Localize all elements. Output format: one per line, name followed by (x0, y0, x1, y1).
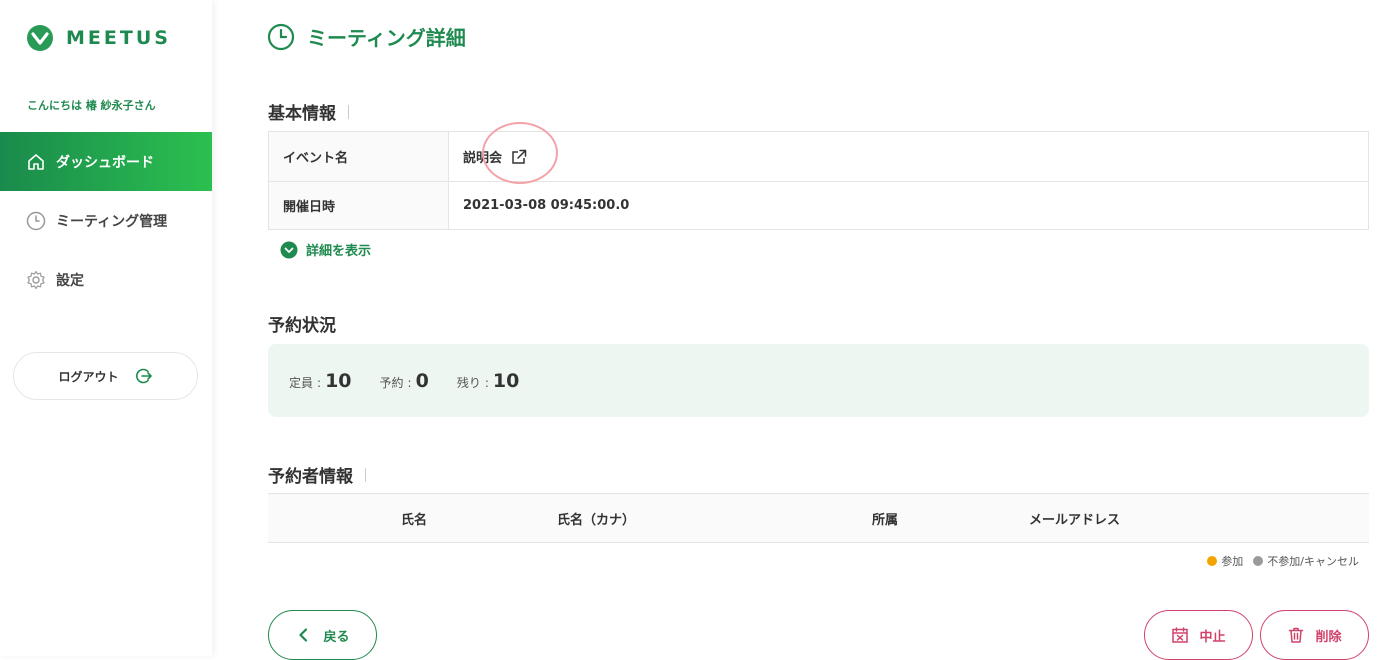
legend-dot (1207, 556, 1218, 566)
bookers-table-header: 氏名 氏名（カナ） 所属 メールアドレス (268, 493, 1369, 543)
main-content: ミーティング詳細 基本情報 イベント名 説明会 開催日時 2021-03-08 … (212, 0, 1399, 660)
section-title-basic-info: 基本情報 (268, 99, 349, 124)
user-greeting: こんにちは 椿 紗永子さん (27, 99, 156, 112)
show-details-toggle[interactable]: 詳細を表示 (280, 240, 371, 259)
home-icon (28, 153, 44, 170)
logout-label: ログアウト (58, 369, 119, 384)
stat-separator: : (317, 375, 322, 390)
stat-label: 残り (456, 375, 481, 390)
stat-value: 10 (492, 369, 520, 392)
calendar-x-icon (1172, 627, 1189, 643)
chevron-left-icon (299, 628, 308, 642)
page-title-text: ミーティング詳細 (307, 26, 466, 50)
basic-info-table: イベント名 説明会 開催日時 2021-03-08 09:45:00.0 (268, 131, 1369, 230)
divider (365, 467, 366, 482)
section-title-text: 基本情報 (268, 104, 336, 124)
stat-separator: : (484, 375, 489, 390)
logout-icon (135, 368, 152, 384)
delete-button[interactable]: 削除 (1260, 610, 1369, 660)
sidebar-item-meeting-management[interactable]: ミーティング管理 (0, 191, 212, 250)
chevron-down-icon (280, 241, 298, 258)
stat-value: 0 (415, 369, 429, 392)
legend-dot (1253, 556, 1264, 566)
info-row-event-name: イベント名 説明会 (269, 132, 1368, 182)
column-header-affiliation: 所属 (872, 513, 899, 528)
cancel-meeting-button[interactable]: 中止 (1144, 610, 1253, 660)
section-title-text: 予約状況 (268, 316, 336, 336)
stat-capacity: 定員 : 10 (289, 370, 352, 392)
back-button[interactable]: 戻る (268, 610, 377, 660)
back-label: 戻る (323, 629, 350, 645)
sidebar-item-settings[interactable]: 設定 (0, 250, 212, 309)
stat-separator: : (407, 375, 412, 390)
cancel-label: 中止 (1199, 629, 1226, 645)
logo[interactable]: MEETUS (26, 24, 171, 52)
legend-item-attend: 参加 (1207, 553, 1243, 569)
clock-icon (26, 211, 46, 230)
stat-reserved: 予約 : 0 (380, 370, 429, 392)
sidebar-item-label: ミーティング管理 (56, 213, 168, 230)
clock-icon (267, 23, 295, 50)
trash-icon (1289, 627, 1304, 643)
brand-name: MEETUS (66, 27, 171, 49)
column-header-name-kana: 氏名（カナ） (557, 513, 636, 528)
column-header-email: メールアドレス (1029, 513, 1121, 528)
reservation-status-box: 定員 : 10 予約 : 0 残り : 10 (268, 344, 1369, 417)
stat-label: 予約 (379, 375, 404, 390)
sidebar-item-label: ダッシュボード (56, 154, 154, 171)
attendance-legend: 参加 不参加/キャンセル (1207, 553, 1359, 569)
show-details-label: 詳細を表示 (306, 244, 372, 259)
legend-label: 不参加/キャンセル (1267, 555, 1359, 568)
info-key: 開催日時 (269, 182, 449, 229)
stat-label: 定員 (289, 375, 314, 390)
info-value: 2021-03-08 09:45:00.0 (463, 198, 630, 213)
sidebar-nav: ダッシュボード ミーティング管理 設定 (0, 132, 212, 309)
sidebar-item-label: 設定 (56, 272, 84, 289)
section-title-bookers: 予約者情報 (268, 462, 366, 487)
section-title-reservation-status: 予約状況 (268, 311, 336, 336)
section-title-text: 予約者情報 (268, 467, 353, 487)
stat-remaining: 残り : 10 (457, 370, 520, 392)
delete-label: 削除 (1315, 629, 1342, 645)
legend-item-absent: 不参加/キャンセル (1253, 553, 1359, 569)
logo-mark-icon (27, 25, 53, 51)
highlight-circle (482, 122, 558, 184)
info-key: イベント名 (269, 132, 449, 181)
gear-icon (27, 270, 45, 289)
logout-button[interactable]: ログアウト (13, 352, 198, 400)
info-value: 説明会 (449, 132, 1368, 181)
legend-label: 参加 (1221, 555, 1244, 568)
sidebar-item-dashboard[interactable]: ダッシュボード (0, 132, 212, 191)
sidebar: MEETUS こんにちは 椿 紗永子さん ダッシュボード ミーティング管理 設定… (0, 0, 212, 656)
divider (348, 104, 349, 119)
stat-value: 10 (325, 369, 352, 392)
page-title: ミーティング詳細 (267, 22, 466, 51)
info-row-date: 開催日時 2021-03-08 09:45:00.0 (269, 182, 1368, 229)
column-header-name: 氏名 (401, 513, 428, 528)
